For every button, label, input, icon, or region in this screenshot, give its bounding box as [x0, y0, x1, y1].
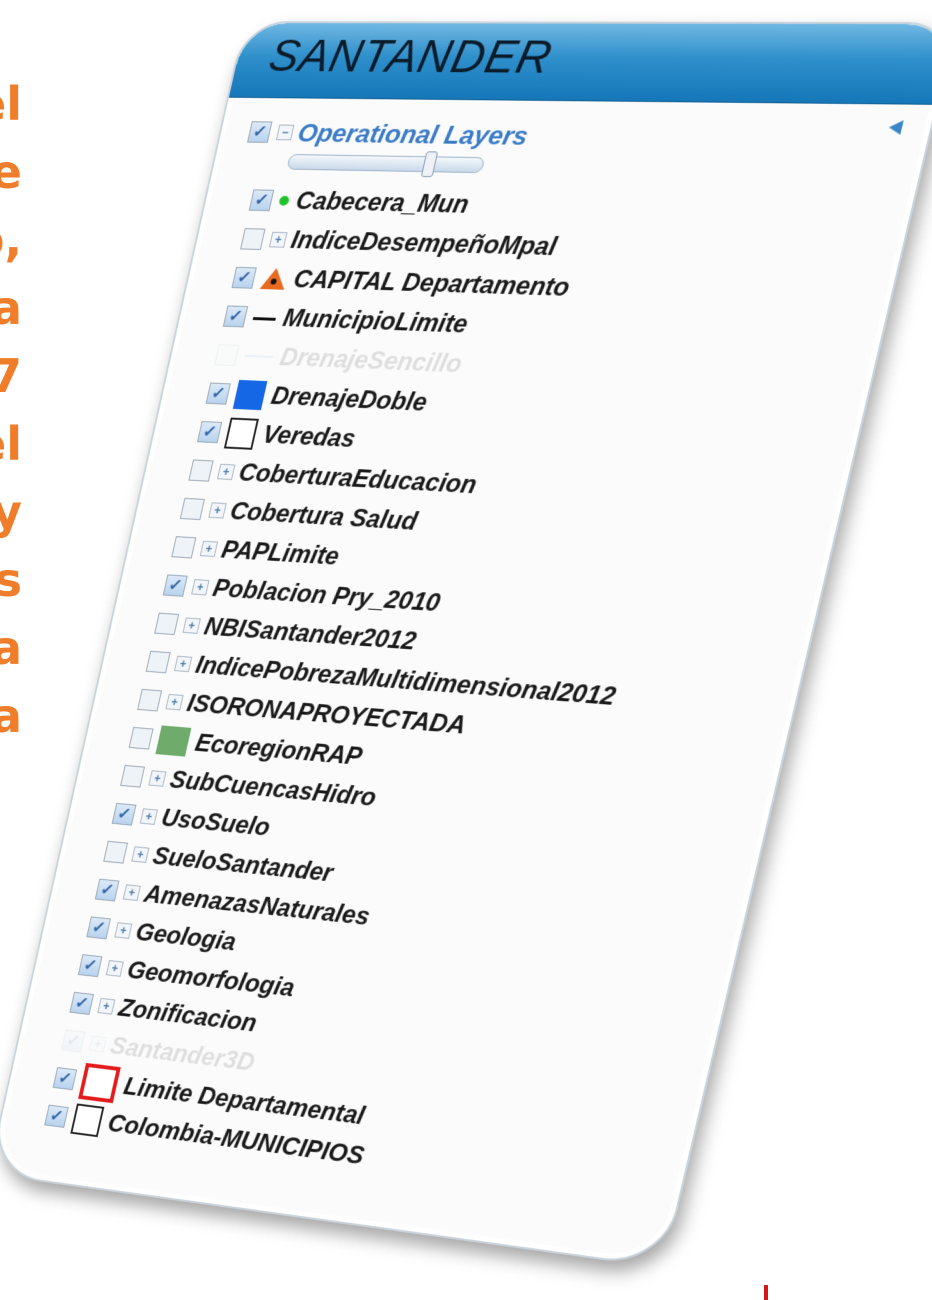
layer-checkbox[interactable]: [171, 536, 197, 559]
green-dot-icon: [278, 195, 290, 206]
layer-checkbox[interactable]: [86, 916, 111, 940]
layer-label: MunicipioLimite: [280, 304, 471, 339]
layer-checkbox[interactable]: [137, 688, 163, 712]
expand-icon[interactable]: +: [208, 502, 227, 519]
layer-checkbox[interactable]: [44, 1104, 69, 1128]
collapse-icon[interactable]: −: [275, 124, 295, 141]
side-text-line: y: [0, 485, 22, 539]
expand-icon[interactable]: +: [97, 997, 116, 1015]
hollow-square-icon: [70, 1103, 105, 1138]
layer-checkbox[interactable]: [162, 574, 188, 597]
layer-checkbox[interactable]: [179, 497, 205, 521]
group-label: Operational Layers: [295, 117, 532, 151]
layer-checkbox[interactable]: [103, 840, 128, 864]
side-text-line: el: [0, 417, 22, 471]
layer-checkbox[interactable]: [248, 189, 275, 212]
layer-checkbox[interactable]: [77, 954, 103, 978]
layer-checkbox[interactable]: [154, 612, 180, 636]
layer-checkbox[interactable]: [214, 344, 240, 367]
red-square-icon: [78, 1062, 121, 1104]
expand-icon[interactable]: +: [165, 693, 184, 711]
layer-label: CAPITAL Departamento: [291, 265, 573, 302]
layer-label: Geologia: [133, 918, 239, 956]
layer-list-panel: SANTANDER − Operational Layers Cabecera_…: [0, 21, 932, 1269]
layer-checkbox[interactable]: [128, 726, 154, 750]
expand-icon[interactable]: +: [88, 1035, 107, 1053]
layer-tree: − Operational Layers Cabecera_Mun+Indice…: [26, 113, 921, 1217]
layer-checkbox[interactable]: [111, 802, 137, 826]
expand-icon[interactable]: +: [199, 540, 219, 558]
layer-checkbox[interactable]: [61, 1029, 86, 1053]
layer-label: Cabecera_Mun: [293, 186, 472, 219]
layer-checkbox[interactable]: [231, 266, 257, 289]
opacity-slider[interactable]: [286, 151, 486, 178]
layer-checkbox[interactable]: [196, 421, 223, 444]
expand-icon[interactable]: +: [114, 922, 133, 939]
orange-triangle-icon: [259, 267, 289, 290]
side-text-line: o,: [0, 213, 22, 267]
hollow-square-icon: [223, 417, 259, 450]
layer-rows: Cabecera_Mun+IndiceDesempeñoMpalCAPITAL …: [26, 180, 904, 1216]
layer-label: DrenajeDoble: [268, 381, 430, 417]
expand-icon[interactable]: +: [105, 960, 124, 977]
expand-icon[interactable]: +: [131, 846, 150, 863]
layer-checkbox[interactable]: [94, 878, 120, 902]
group-checkbox[interactable]: [247, 121, 273, 143]
layer-checkbox[interactable]: [188, 459, 214, 482]
expand-icon[interactable]: +: [182, 617, 201, 634]
expand-icon[interactable]: +: [122, 884, 141, 901]
layer-label: DrenajeSencillo: [277, 343, 465, 378]
expand-icon[interactable]: +: [173, 655, 193, 673]
layer-checkbox[interactable]: [240, 228, 266, 250]
side-text-line: 7: [0, 349, 22, 403]
layer-label: UsoSuelo: [158, 803, 273, 842]
dash-line-icon: [252, 316, 277, 321]
layer-label: Veredas: [260, 420, 359, 453]
side-text-line: a: [0, 621, 22, 675]
layer-checkbox[interactable]: [52, 1067, 78, 1091]
red-mark: [764, 1285, 768, 1300]
green-square-icon: [155, 725, 192, 757]
layer-checkbox[interactable]: [205, 382, 231, 405]
blue-line-icon: [244, 354, 274, 358]
layer-checkbox[interactable]: [145, 650, 171, 674]
expand-icon[interactable]: +: [191, 579, 210, 596]
side-text-line: s: [0, 553, 22, 607]
expand-icon[interactable]: +: [216, 463, 236, 481]
layer-label: Cobertura Salud: [227, 497, 420, 536]
panel-title: SANTANDER: [264, 29, 558, 83]
panel-header: SANTANDER: [228, 23, 932, 105]
layer-label: IndiceDesempeñoMpal: [288, 225, 560, 261]
side-text-line: a: [0, 281, 22, 335]
layer-checkbox[interactable]: [120, 764, 146, 788]
side-text-line: el: [0, 77, 22, 131]
side-text-line: e: [0, 145, 22, 199]
expand-icon[interactable]: +: [139, 808, 158, 825]
layer-checkbox[interactable]: [69, 991, 95, 1015]
blue-square-icon: [232, 379, 268, 411]
expand-icon[interactable]: +: [268, 231, 288, 248]
expand-icon[interactable]: +: [148, 770, 167, 787]
slider-thumb[interactable]: [420, 151, 439, 178]
layer-checkbox[interactable]: [222, 305, 249, 328]
layer-label: PAPLimite: [219, 535, 342, 571]
side-text-line: a: [0, 689, 22, 743]
side-text: el e o, a 7 el y s a a: [0, 70, 22, 750]
